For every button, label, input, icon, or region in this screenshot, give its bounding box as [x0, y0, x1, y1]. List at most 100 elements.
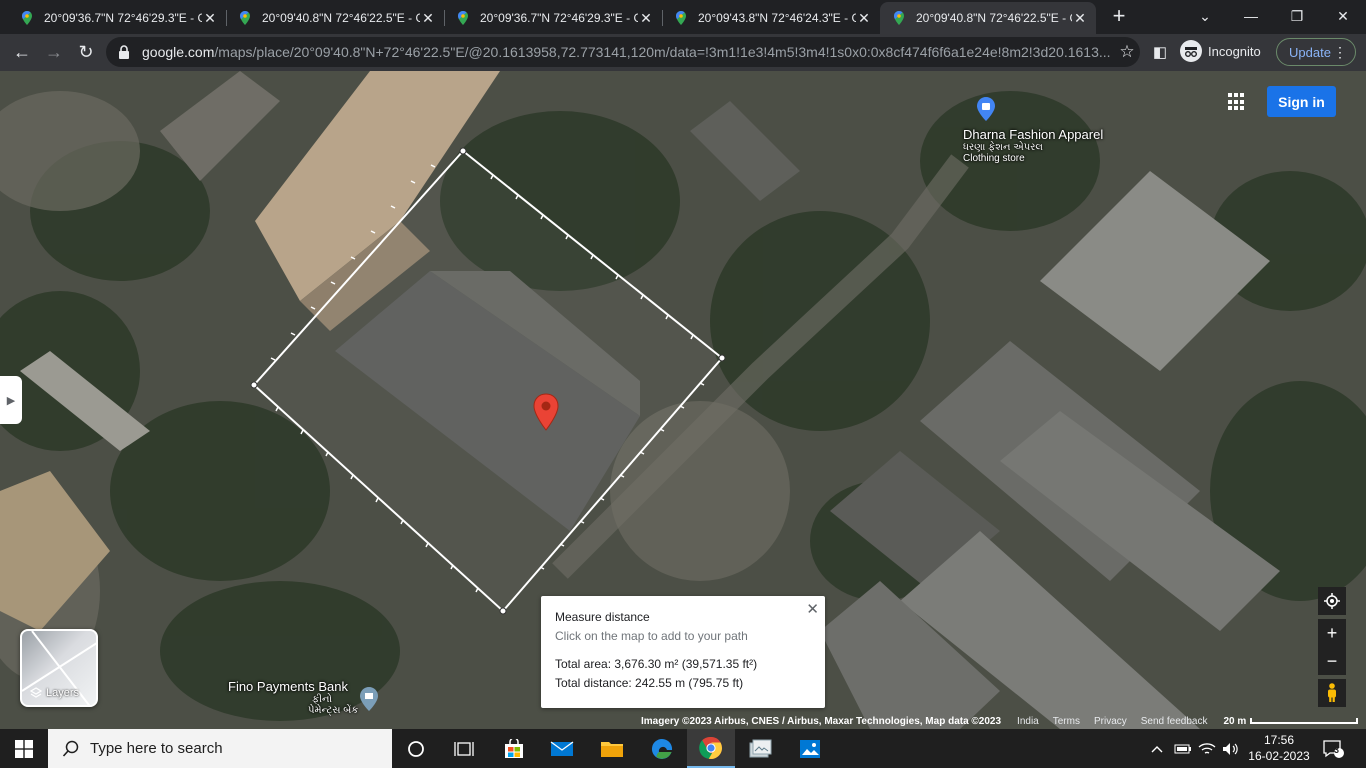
- expand-side-panel-button[interactable]: ▶: [0, 376, 22, 424]
- volume-icon[interactable]: [1222, 729, 1240, 768]
- chrome-icon[interactable]: [687, 729, 735, 768]
- close-window-button[interactable]: ✕: [1320, 0, 1366, 32]
- new-tab-button[interactable]: +: [1106, 4, 1132, 30]
- measure-hint: Click on the map to add to your path: [555, 629, 748, 643]
- back-button[interactable]: ←: [8, 38, 36, 66]
- attribution: Imagery ©2023 Airbus, CNES / Airbus, Max…: [641, 715, 1002, 727]
- google-maps-icon: [238, 11, 252, 25]
- bookmark-star-icon[interactable]: ☆: [1114, 42, 1140, 62]
- poi-native-line2: પેમેન્ટ્સ બેંક: [308, 705, 359, 716]
- tab-strip: 20°09'36.7"N 72°46'29.3"E - Google Maps …: [0, 0, 1366, 34]
- tab-2[interactable]: 20°09'40.8"N 72°46'22.5"E - Google Maps …: [226, 2, 445, 34]
- address-bar[interactable]: google.com/maps/place/20°09'40.8"N+72°46…: [106, 37, 1140, 67]
- battery-icon[interactable]: [1174, 729, 1192, 768]
- satellite-map[interactable]: Sign in Dharna Fashion Apparel ધરણા ફેશન…: [0, 71, 1366, 729]
- close-tab-icon[interactable]: ✕: [420, 10, 436, 27]
- tab-1[interactable]: 20°09'36.7"N 72°46'29.3"E - Google Maps …: [8, 2, 227, 34]
- forward-button[interactable]: →: [40, 38, 68, 66]
- google-apps-icon[interactable]: [1228, 93, 1246, 111]
- tab-title: 20°09'36.7"N 72°46'29.3"E - Google Maps: [480, 11, 638, 25]
- tab-title: 20°09'36.7"N 72°46'29.3"E - Google Maps: [44, 11, 202, 25]
- notification-count: 3: [1334, 745, 1340, 755]
- tab-5-active[interactable]: 20°09'40.8"N 72°46'22.5"E - Google Maps …: [880, 2, 1096, 34]
- sign-in-button[interactable]: Sign in: [1267, 86, 1336, 117]
- poi-dharna-fashion[interactable]: Dharna Fashion Apparel ધરણા ફેશન એપરલ Cl…: [963, 127, 1103, 164]
- total-distance: Total distance: 242.55 m (795.75 ft): [555, 676, 744, 690]
- layers-label: Layers: [46, 687, 80, 699]
- more-menu-icon[interactable]: ⋮: [1333, 44, 1347, 61]
- close-tab-icon[interactable]: ✕: [856, 10, 872, 27]
- footer-link-send-feedback[interactable]: Send feedback: [1141, 716, 1208, 727]
- update-button[interactable]: Update ⋮: [1276, 38, 1356, 66]
- poi-native-line1: ફીનો: [312, 694, 332, 705]
- measure-title: Measure distance: [555, 610, 650, 624]
- tab-search-icon[interactable]: ⌄: [1182, 0, 1228, 32]
- close-tab-icon[interactable]: ✕: [1072, 10, 1088, 27]
- wifi-icon[interactable]: [1198, 729, 1216, 768]
- start-button[interactable]: [0, 729, 48, 768]
- restore-button[interactable]: ❐: [1274, 0, 1320, 32]
- google-maps-icon: [456, 11, 470, 25]
- photos-app-icon[interactable]: [736, 729, 784, 768]
- street-view-pegman-icon[interactable]: [1318, 679, 1346, 707]
- url-text[interactable]: google.com/maps/place/20°09'40.8"N+72°46…: [142, 44, 1114, 60]
- file-explorer-icon[interactable]: [588, 729, 636, 768]
- show-hidden-icons[interactable]: [1150, 729, 1164, 768]
- close-tab-icon[interactable]: ✕: [638, 10, 654, 27]
- task-view-icon[interactable]: [440, 729, 488, 768]
- minimize-button[interactable]: —: [1228, 0, 1274, 32]
- update-label: Update: [1289, 44, 1331, 60]
- shopping-bag-pin-icon[interactable]: [976, 96, 996, 122]
- google-maps-icon: [892, 11, 906, 25]
- poi-category: Clothing store: [963, 153, 1025, 164]
- poi-native-name: ધરણા ફેશન એપરલ: [963, 142, 1043, 153]
- side-panel-icon[interactable]: ◧: [1146, 38, 1174, 66]
- clock-date: 16-02-2023: [1248, 749, 1310, 763]
- tab-title: 20°09'43.8"N 72°46'24.3"E - Google Maps: [698, 11, 856, 25]
- edge-icon[interactable]: [638, 729, 686, 768]
- taskbar-search-box[interactable]: Type here to search: [48, 729, 392, 768]
- tab-4[interactable]: 20°09'43.8"N 72°46'24.3"E - Google Maps …: [662, 2, 880, 34]
- location-pin-icon[interactable]: [532, 393, 560, 431]
- footer-link-india[interactable]: India: [1017, 716, 1039, 727]
- mail-icon[interactable]: [538, 729, 586, 768]
- tab-3[interactable]: 20°09'36.7"N 72°46'29.3"E - Google Maps …: [444, 2, 663, 34]
- image-viewer-icon[interactable]: [786, 729, 834, 768]
- notification-center-icon[interactable]: 3: [1322, 729, 1344, 768]
- incognito-indicator[interactable]: Incognito: [1180, 40, 1261, 62]
- layers-button[interactable]: Layers: [20, 629, 98, 707]
- google-maps-icon: [674, 11, 688, 25]
- poi-fino-payments[interactable]: Fino Payments Bank ફીનો પેમેન્ટ્સ બેંક: [228, 679, 358, 716]
- incognito-label: Incognito: [1208, 43, 1261, 59]
- layers-icon: [30, 687, 42, 698]
- map-footer: Imagery ©2023 Airbus, CNES / Airbus, Max…: [636, 713, 1366, 729]
- tab-title: 20°09'40.8"N 72°46'22.5"E - Google Maps: [262, 11, 420, 25]
- poi-name: Fino Payments Bank: [228, 679, 348, 694]
- system-clock[interactable]: 17:56 16-02-2023: [1248, 732, 1310, 764]
- total-area: Total area: 3,676.30 m² (39,571.35 ft²): [555, 657, 758, 671]
- close-measure-icon[interactable]: ✕: [806, 600, 819, 618]
- google-maps-icon: [20, 11, 34, 25]
- footer-link-terms[interactable]: Terms: [1053, 716, 1080, 727]
- windows-taskbar: Type here to search 17:56 16-02-2023 3: [0, 729, 1366, 768]
- scale-bar[interactable]: 20 m: [1223, 715, 1359, 727]
- measure-distance-card: Measure distance Click on the map to add…: [541, 596, 825, 708]
- my-location-icon[interactable]: [1318, 587, 1346, 615]
- windows-logo-icon: [15, 739, 33, 758]
- cortana-icon[interactable]: [392, 729, 440, 768]
- incognito-icon: [1180, 40, 1202, 62]
- scale-label: 20 m: [1223, 715, 1247, 727]
- reload-button[interactable]: ↻: [72, 38, 100, 66]
- clock-time: 17:56: [1263, 733, 1295, 747]
- tab-title: 20°09'40.8"N 72°46'22.5"E - Google Maps: [916, 11, 1072, 25]
- lock-icon[interactable]: [118, 45, 130, 59]
- search-placeholder: Type here to search: [90, 740, 223, 757]
- poi-name: Dharna Fashion Apparel: [963, 127, 1104, 142]
- zoom-out-button[interactable]: −: [1318, 647, 1346, 675]
- close-tab-icon[interactable]: ✕: [202, 10, 218, 27]
- zoom-in-button[interactable]: +: [1318, 619, 1346, 647]
- microsoft-store-icon[interactable]: [490, 729, 538, 768]
- bank-pin-icon[interactable]: [359, 686, 379, 712]
- browser-toolbar: ← → ↻ google.com/maps/place/20°09'40.8"N…: [0, 34, 1366, 71]
- footer-link-privacy[interactable]: Privacy: [1094, 716, 1127, 727]
